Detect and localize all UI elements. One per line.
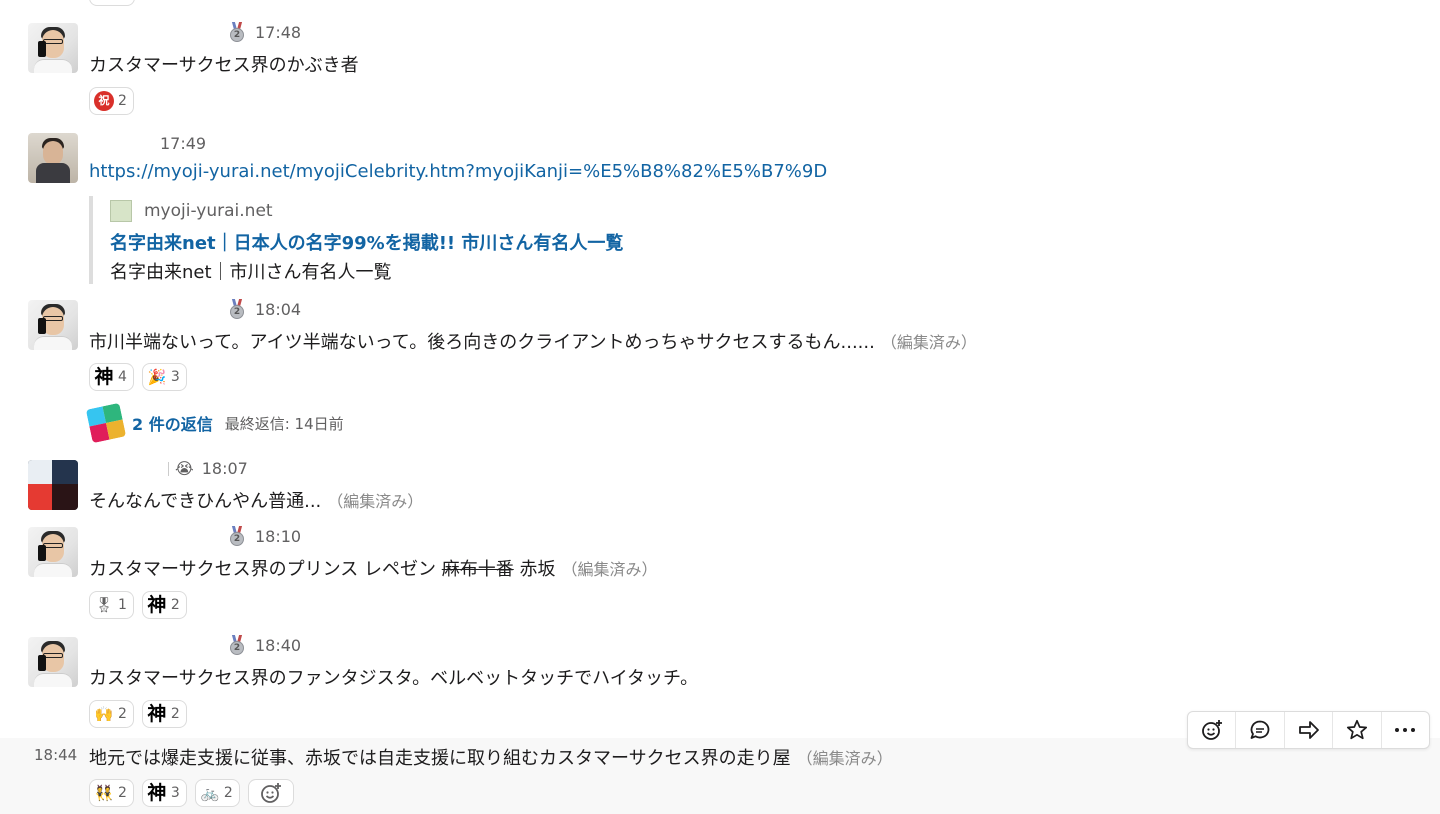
crying-emoji-icon: 😭 <box>175 459 194 478</box>
kami-emoji-icon: 神 <box>147 703 167 725</box>
raised-hands-emoji-icon: 🙌 <box>94 705 114 723</box>
message-timestamp[interactable]: 18:10 <box>255 527 301 546</box>
message-text: 地元では爆走支援に従事、赤坂では自走支援に取り組むカスタマーサクセス界の走り屋 <box>89 748 791 769</box>
add-reaction-icon <box>1201 720 1222 740</box>
message-timestamp[interactable]: 17:49 <box>160 134 206 153</box>
edited-label: （編集済み） <box>880 333 977 352</box>
start-thread-action[interactable] <box>1236 712 1285 748</box>
reaction-kami[interactable]: 神 3 <box>141 779 187 807</box>
clipped-reaction[interactable] <box>89 0 135 6</box>
reaction-count: 1 <box>118 597 127 613</box>
reaction-count: 2 <box>170 706 180 722</box>
silver-medal-icon: 2 <box>229 635 245 655</box>
message-actions-toolbar <box>1187 711 1430 749</box>
separator <box>168 461 169 476</box>
user-avatar[interactable] <box>28 300 78 350</box>
attachment-site[interactable]: myoji-yurai.net <box>110 200 273 222</box>
add-reaction-icon <box>260 783 281 803</box>
reaction-count: 2 <box>170 597 180 613</box>
struck-text: 麻布十番 <box>441 559 514 580</box>
slack-logo-icon <box>85 402 127 444</box>
silver-medal-icon: 2 <box>229 526 245 546</box>
reaction-kami[interactable]: 神 2 <box>141 591 187 619</box>
message-text: カスタマーサクセス界のファンタジスタ。ベルベットタッチでハイタッチ。 <box>89 668 699 689</box>
reply-count[interactable]: 2 件の返信 <box>132 411 213 435</box>
reaction-iwai[interactable]: 祝 2 <box>89 87 134 115</box>
edited-label: （編集済み） <box>561 560 658 579</box>
thread-replies[interactable]: 2 件の返信 最終返信: 14日前 <box>85 402 344 444</box>
add-reaction-button[interactable] <box>247 779 294 807</box>
reaction-raised-hands[interactable]: 🙌 2 <box>89 700 134 728</box>
reaction-count: 2 <box>118 706 127 722</box>
star-icon <box>1346 719 1367 740</box>
reaction-dancers[interactable]: 👯 2 <box>89 779 134 807</box>
more-actions-icon <box>1395 728 1416 732</box>
party-popper-emoji-icon: 🎉 <box>147 368 167 386</box>
message-text: カスタマーサクセス界のプリンス レペゼン <box>89 559 442 580</box>
user-avatar[interactable] <box>28 527 78 577</box>
attachment-description: 名字由来net｜市川さん有名人一覧 <box>110 262 392 283</box>
message-timestamp[interactable]: 18:44 <box>34 746 77 764</box>
link-attachment-bar <box>89 196 110 284</box>
reaction-count: 3 <box>170 785 180 801</box>
start-thread-icon <box>1250 720 1270 739</box>
share-message-icon <box>1298 721 1319 739</box>
reaction-medal[interactable]: 🎖 1 <box>89 591 134 619</box>
message-text: 市川半端ないって。アイツ半端ないって。後ろ向きのクライアントめっちゃサクセスする… <box>89 332 875 353</box>
silver-medal-icon: 2 <box>229 22 245 42</box>
star-action[interactable] <box>1333 712 1382 748</box>
reaction-kami[interactable]: 神 2 <box>141 700 187 728</box>
message-text: そんなんできひんやん普通... <box>89 491 322 512</box>
site-favicon-icon <box>110 200 132 222</box>
kami-emoji-icon: 神 <box>147 594 167 616</box>
edited-label: （編集済み） <box>796 749 893 768</box>
message-timestamp[interactable]: 18:04 <box>255 300 301 319</box>
reaction-kami[interactable]: 神 4 <box>89 363 134 391</box>
military-medal-emoji-icon: 🎖 <box>94 596 114 614</box>
reaction-bicycle[interactable]: 🚲 2 <box>194 779 240 807</box>
edited-label: （編集済み） <box>327 492 424 511</box>
add-reaction-action[interactable] <box>1188 712 1237 748</box>
message-timestamp[interactable]: 17:48 <box>255 23 301 42</box>
message-timestamp[interactable]: 18:07 <box>202 459 248 478</box>
reaction-count: 2 <box>118 785 127 801</box>
message-text: カスタマーサクセス界のかぶき者 <box>89 55 359 76</box>
iwai-emoji-icon: 祝 <box>94 91 114 111</box>
last-reply: 最終返信: 14日前 <box>224 414 344 433</box>
reaction-count: 2 <box>118 93 127 109</box>
reaction-count: 2 <box>223 785 233 801</box>
user-avatar[interactable] <box>28 637 78 687</box>
bicycle-emoji-icon: 🚲 <box>200 784 220 802</box>
message-text-tail: 赤坂 <box>513 559 556 580</box>
silver-medal-icon: 2 <box>229 299 245 319</box>
reaction-count: 3 <box>170 369 180 385</box>
more-actions[interactable] <box>1382 712 1429 748</box>
reaction-tada[interactable]: 🎉 3 <box>141 363 187 391</box>
share-message-action[interactable] <box>1285 712 1334 748</box>
user-avatar[interactable] <box>28 133 78 183</box>
user-avatar[interactable] <box>28 23 78 73</box>
dancers-emoji-icon: 👯 <box>94 784 114 802</box>
kami-emoji-icon: 神 <box>94 366 114 388</box>
reaction-count: 4 <box>118 369 127 385</box>
message-timestamp[interactable]: 18:40 <box>255 636 301 655</box>
user-avatar[interactable] <box>28 460 78 510</box>
attachment-title[interactable]: 名字由来net｜日本人の名字99%を掲載!! 市川さん有名人一覧 <box>110 229 623 255</box>
message-link[interactable]: https://myoji-yurai.net/myojiCelebrity.h… <box>89 161 827 182</box>
attachment-site-name: myoji-yurai.net <box>144 201 273 221</box>
kami-emoji-icon: 神 <box>147 782 167 804</box>
